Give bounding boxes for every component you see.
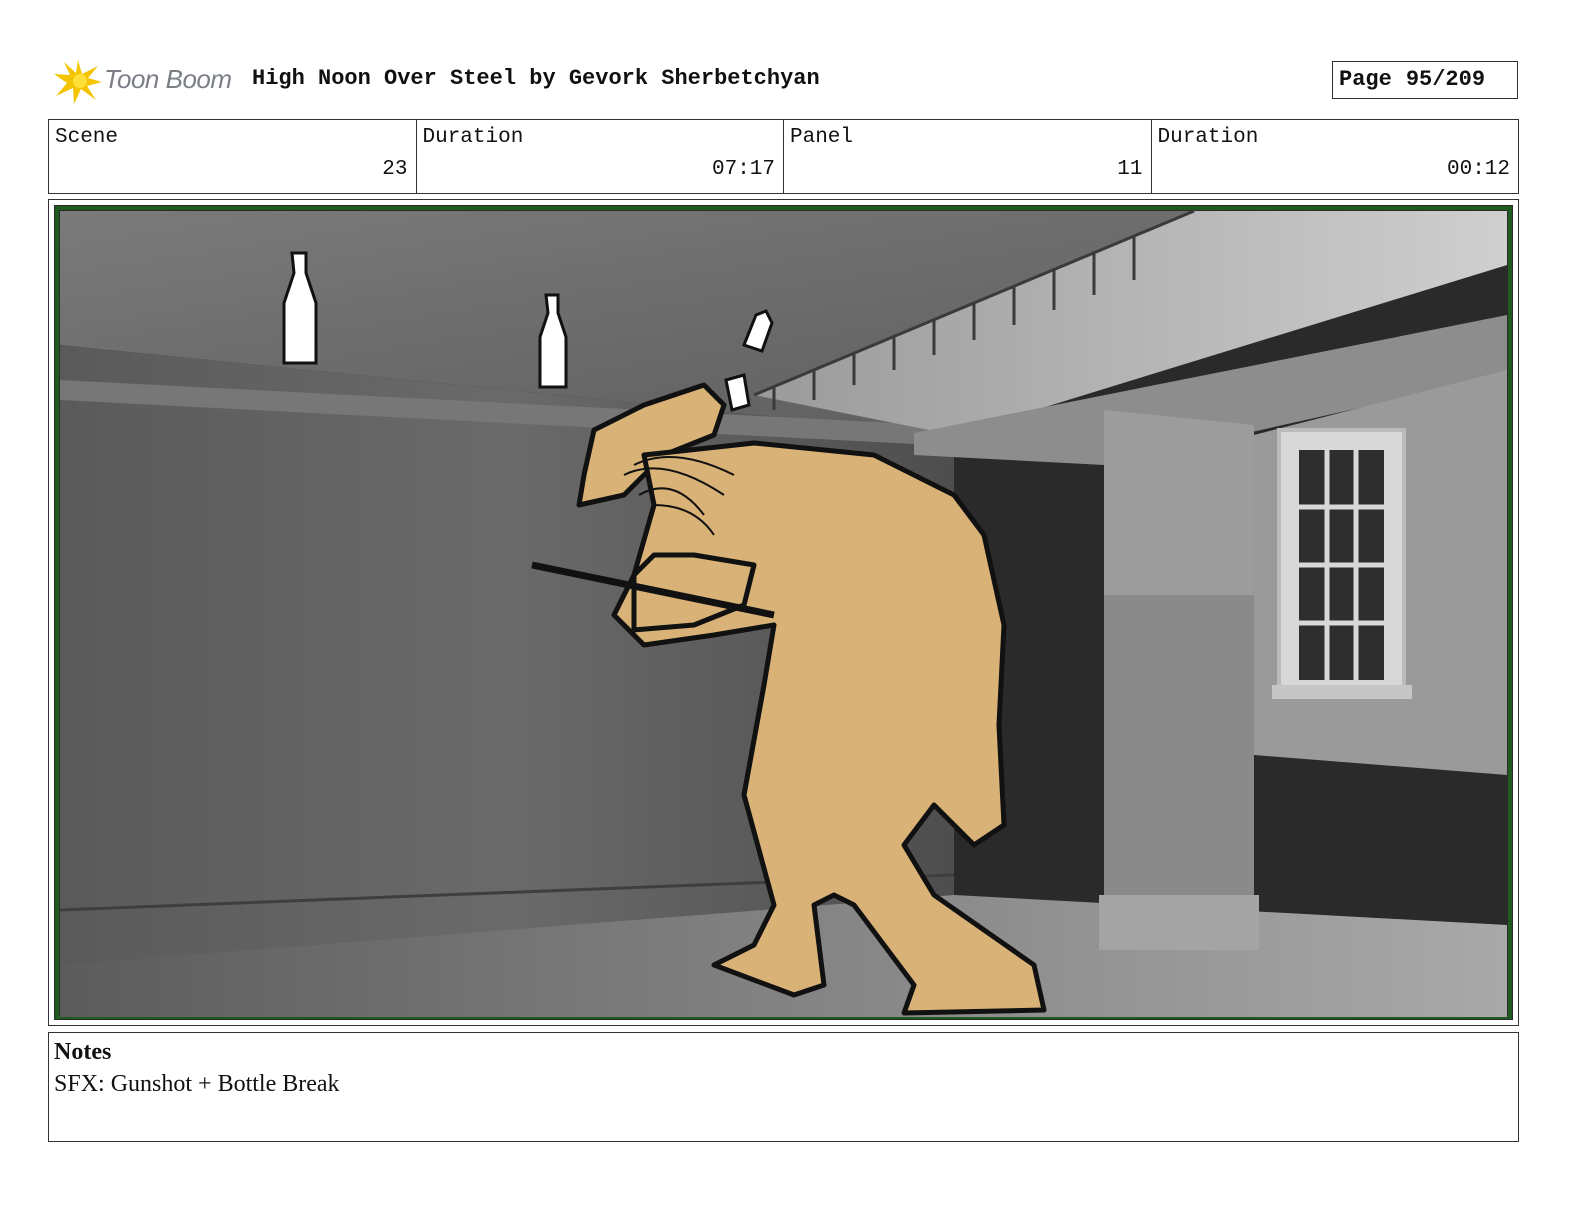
scene-duration-label: Duration bbox=[422, 126, 524, 149]
scene-info-table: Scene 23 Duration 07:17 Panel 11 Duratio… bbox=[48, 119, 1519, 194]
scene-duration-value: 07:17 bbox=[711, 158, 775, 181]
starburst-icon bbox=[54, 60, 102, 104]
toon-boom-logo: Toon Boom bbox=[52, 56, 242, 106]
panel-duration-value: 00:12 bbox=[1446, 158, 1510, 181]
page-label: Page bbox=[1339, 67, 1392, 92]
scene-cell: Scene 23 bbox=[49, 120, 417, 193]
panel-label: Panel bbox=[790, 126, 854, 149]
notes-box: Notes SFX: Gunshot + Bottle Break bbox=[48, 1032, 1519, 1142]
scene-value: 23 bbox=[382, 158, 408, 181]
notes-text: SFX: Gunshot + Bottle Break bbox=[54, 1071, 340, 1097]
panel-duration-cell: Duration 00:12 bbox=[1152, 120, 1519, 193]
panel-value: 11 bbox=[1117, 158, 1143, 181]
panel-artwork bbox=[54, 205, 1513, 1020]
panel-duration-label: Duration bbox=[1157, 126, 1259, 149]
scene-label: Scene bbox=[55, 126, 119, 149]
scene-duration-cell: Duration 07:17 bbox=[417, 120, 784, 193]
page-indicator: Page 95/209 bbox=[1332, 61, 1518, 99]
panel-cell: Panel 11 bbox=[784, 120, 1152, 193]
document-title: High Noon Over Steel by Gevork Sherbetch… bbox=[252, 66, 820, 91]
page-number: 95/209 bbox=[1405, 67, 1486, 92]
notes-heading: Notes bbox=[54, 1039, 112, 1065]
storyboard-panel bbox=[48, 199, 1519, 1026]
logo-text: Toon Boom bbox=[104, 64, 232, 94]
